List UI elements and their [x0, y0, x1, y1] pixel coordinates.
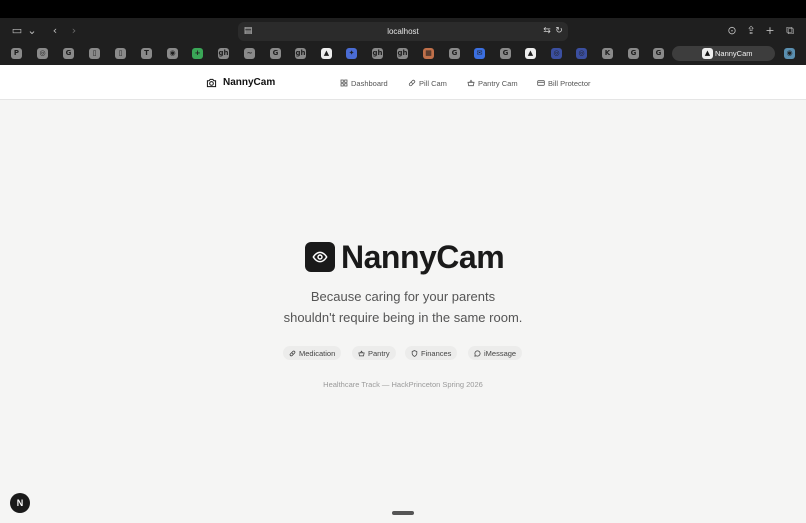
camera-icon: [206, 78, 217, 87]
sidebar-icon[interactable]: ▭: [9, 23, 25, 39]
pill-label: Pantry: [368, 348, 390, 358]
nav-label: Pantry Cam: [478, 78, 518, 88]
message-circle-icon: [474, 350, 481, 357]
favorite-icon[interactable]: G: [628, 48, 639, 59]
pill-icon: [289, 350, 296, 356]
pill-medication: Medication: [283, 346, 342, 360]
favorites-bar: P ◎ G ▯ ▯ T ◉ + gh ~ G gh ▲ ✦ gh gh ▦ G …: [0, 45, 806, 63]
tagline-line-2: shouldn't require being in the same room…: [283, 310, 523, 325]
credit-card-icon: [537, 80, 545, 86]
favorite-icon[interactable]: G: [653, 48, 664, 59]
github-icon[interactable]: gh: [372, 48, 383, 59]
home-indicator: [392, 511, 414, 515]
share-icon[interactable]: ⇪: [743, 23, 759, 39]
favorite-icon[interactable]: ▲: [525, 48, 536, 59]
brand-link[interactable]: NannyCam: [206, 75, 275, 90]
menu-bar-strip: [0, 0, 806, 18]
favorite-icon[interactable]: ◎: [551, 48, 562, 59]
new-tab-icon[interactable]: +: [762, 23, 778, 39]
favorite-icon[interactable]: ▯: [115, 48, 126, 59]
favorite-icon[interactable]: G: [500, 48, 511, 59]
basket-icon: [358, 349, 365, 356]
forward-icon[interactable]: ›: [66, 23, 82, 39]
favorite-icon[interactable]: ▲: [321, 48, 332, 59]
favorite-icon[interactable]: G: [449, 48, 460, 59]
tab-overview-icon[interactable]: ⧉: [782, 23, 798, 39]
nav-label: Dashboard: [351, 78, 388, 88]
favorite-icon[interactable]: ◎: [576, 48, 587, 59]
logo-badge: [305, 242, 335, 272]
address-bar[interactable]: ▤ localhost ⇆ ↻: [238, 22, 568, 41]
brand-name: NannyCam: [223, 77, 276, 88]
nextjs-dev-badge[interactable]: N: [10, 493, 30, 513]
favorite-icon[interactable]: +: [192, 48, 203, 59]
track-note: Healthcare Track — HackPrinceton Spring …: [323, 380, 483, 389]
pill-label: iMessage: [484, 348, 517, 358]
chevron-down-icon[interactable]: ⌄: [24, 23, 40, 39]
favorite-icon[interactable]: T: [141, 48, 152, 59]
reload-icon[interactable]: ↻: [552, 24, 566, 38]
pill-pantry: Pantry: [352, 346, 396, 360]
active-tab-label: NannyCam: [715, 49, 753, 58]
github-icon[interactable]: gh: [295, 48, 306, 59]
favorite-icon[interactable]: G: [63, 48, 74, 59]
download-icon[interactable]: ⊙: [724, 23, 740, 39]
hero-title: NannyCam: [341, 239, 505, 275]
favorite-icon[interactable]: ▯: [89, 48, 100, 59]
back-icon[interactable]: ‹: [47, 23, 63, 39]
basket-icon: [467, 79, 475, 87]
url-text: localhost: [387, 27, 419, 36]
favorite-icon[interactable]: ~: [244, 48, 255, 59]
site-navbar: NannyCam Dashboard Pill Cam Pantry Cam B…: [0, 65, 806, 100]
sparkle-icon[interactable]: ✦: [346, 48, 357, 59]
favorite-icon[interactable]: K: [602, 48, 613, 59]
browser-chrome: ▭ ⌄ ‹ › ▤ localhost ⇆ ↻ ⊙ ⇪ + ⧉ P ◎ G ▯ …: [0, 18, 806, 65]
pill-icon: [408, 79, 416, 87]
favorite-icon[interactable]: ◎: [37, 48, 48, 59]
extension-icon[interactable]: ◉: [784, 48, 795, 59]
browser-toolbar: ▭ ⌄ ‹ › ▤ localhost ⇆ ↻ ⊙ ⇪ + ⧉: [0, 18, 806, 45]
grid-icon: [340, 79, 348, 87]
nav-pantry-cam[interactable]: Pantry Cam: [467, 77, 518, 89]
favorite-icon[interactable]: ◉: [167, 48, 178, 59]
favorite-icon[interactable]: ✉: [474, 48, 485, 59]
pill-label: Medication: [299, 348, 336, 358]
feature-pills: Medication Pantry Finances iMessage: [283, 346, 524, 360]
favorite-icon[interactable]: P: [11, 48, 22, 59]
github-icon[interactable]: gh: [397, 48, 408, 59]
nannycam-tab-icon: ▲: [702, 48, 713, 59]
nav-bill-protector[interactable]: Bill Protector: [537, 77, 591, 89]
nav-label: Bill Protector: [548, 78, 591, 88]
tagline-line-1: Because caring for your parents: [310, 289, 496, 304]
nav-label: Pill Cam: [419, 78, 447, 88]
pill-finances: Finances: [405, 346, 458, 360]
shield-icon: [411, 349, 418, 357]
favorite-icon[interactable]: G: [270, 48, 281, 59]
nav-pill-cam[interactable]: Pill Cam: [408, 77, 447, 89]
active-tab[interactable]: ▲ NannyCam: [672, 46, 775, 61]
pill-imessage: iMessage: [468, 346, 523, 360]
nav-dashboard[interactable]: Dashboard: [340, 77, 388, 89]
eye-icon: [312, 251, 328, 263]
github-icon[interactable]: gh: [218, 48, 229, 59]
favorite-icon[interactable]: ▦: [423, 48, 434, 59]
pill-label: Finances: [421, 348, 452, 358]
hero-section: NannyCam Because caring for your parents…: [0, 100, 806, 523]
